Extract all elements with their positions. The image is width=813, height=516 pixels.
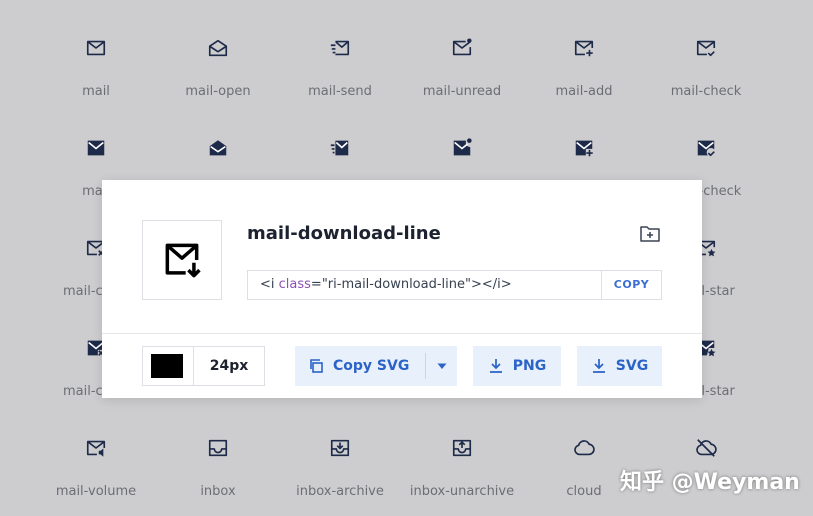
icon-tile[interactable]: mail-check <box>645 110 767 199</box>
download-png-button[interactable]: PNG <box>473 346 561 386</box>
color-size-control: 24px <box>142 346 265 386</box>
icon-tile[interactable]: inbox-unarchive <box>401 410 523 499</box>
icon-tile-label: inbox <box>200 484 236 499</box>
cloud-off-icon <box>695 437 717 459</box>
icon-tile[interactable]: mail-open <box>157 110 279 199</box>
code-snippet[interactable]: <i class="ri-mail-download-line"></i> <box>248 271 601 299</box>
icon-tile-label: inbox-archive <box>296 484 384 499</box>
mail-unread-icon <box>451 37 473 59</box>
svg-label: SVG <box>615 358 649 374</box>
icon-tile[interactable]: mail <box>35 110 157 199</box>
icon-tile-label: mail <box>82 84 110 99</box>
mail-send-fill-icon <box>329 137 351 159</box>
icon-tile[interactable]: mail-unread <box>401 10 523 99</box>
icon-preview <box>142 220 222 300</box>
copy-svg-button-group: Copy SVG <box>295 346 457 386</box>
icon-tile[interactable]: mail-send <box>279 10 401 99</box>
icon-tile[interactable]: cloud <box>523 410 645 499</box>
mail-open-icon <box>207 37 229 59</box>
icon-name: mail-download-line <box>247 223 441 244</box>
icon-tile[interactable]: mail <box>35 10 157 99</box>
icon-tile-label: mail-check <box>670 84 742 99</box>
folder-add-icon <box>640 226 660 242</box>
code-attr: class <box>278 277 311 292</box>
mail-icon <box>85 37 107 59</box>
inbox-unarchive-icon <box>451 437 473 459</box>
inbox-archive-icon <box>329 437 351 459</box>
mail-check-fill-icon <box>695 137 717 159</box>
mail-add-fill-icon <box>573 137 595 159</box>
copy-icon <box>310 359 323 373</box>
icon-tile-label: mail-send <box>308 84 372 99</box>
chevron-down-icon <box>437 363 446 369</box>
icon-tile[interactable]: inbox-archive <box>279 410 401 499</box>
icon-tile-label: mail-unread <box>422 84 502 99</box>
icon-tile[interactable]: mail-send <box>279 110 401 199</box>
png-label: PNG <box>512 358 547 374</box>
icon-tile[interactable]: mail-add <box>523 10 645 99</box>
add-to-collection-button[interactable] <box>638 222 662 246</box>
copy-code-button[interactable]: COPY <box>601 271 661 299</box>
code-tag: <i <box>260 277 279 292</box>
download-icon <box>489 359 502 373</box>
color-swatch[interactable] <box>151 354 183 378</box>
watermark: 知乎 @Weyman <box>620 470 800 495</box>
icon-tile[interactable]: mail-unread <box>401 110 523 199</box>
mail-volume-icon <box>85 437 107 459</box>
cloud-icon <box>573 437 595 459</box>
mail-open-fill-icon <box>207 137 229 159</box>
code-value: ="ri-mail-download-line"></i> <box>310 277 512 292</box>
icon-tile[interactable]: inbox <box>157 410 279 499</box>
icon-tile[interactable]: mail-open <box>157 10 279 99</box>
mail-unread-fill-icon <box>451 137 473 159</box>
download-icon <box>592 359 605 373</box>
mail-fill-icon <box>85 137 107 159</box>
icon-tile-label: inbox-unarchive <box>409 484 515 499</box>
icon-tile[interactable]: mail-add <box>523 110 645 199</box>
icon-tile-label: mail-open <box>185 84 251 99</box>
icon-detail-modal: mail-download-line <i class="ri-mail-dow… <box>102 180 702 398</box>
download-svg-button[interactable]: SVG <box>577 346 662 386</box>
mail-download-icon <box>165 243 201 278</box>
icon-tile-label: mail-volume <box>55 484 137 499</box>
icon-tile[interactable] <box>645 410 767 470</box>
icon-tile[interactable]: mail-check <box>645 10 767 99</box>
mail-check-icon <box>695 37 717 59</box>
inbox-icon <box>207 437 229 459</box>
icon-tile[interactable]: mail-volume <box>35 410 157 499</box>
copy-svg-button[interactable]: Copy SVG <box>295 346 425 386</box>
copy-options-dropdown[interactable] <box>426 346 457 386</box>
icon-tile-label: mail-add <box>555 84 613 99</box>
mail-send-icon <box>329 37 351 59</box>
divider <box>102 333 702 334</box>
code-snippet-field[interactable]: <i class="ri-mail-download-line"></i> CO… <box>247 270 662 300</box>
mail-add-icon <box>573 37 595 59</box>
copy-svg-label: Copy SVG <box>333 358 410 374</box>
size-input[interactable]: 24px <box>194 358 264 374</box>
